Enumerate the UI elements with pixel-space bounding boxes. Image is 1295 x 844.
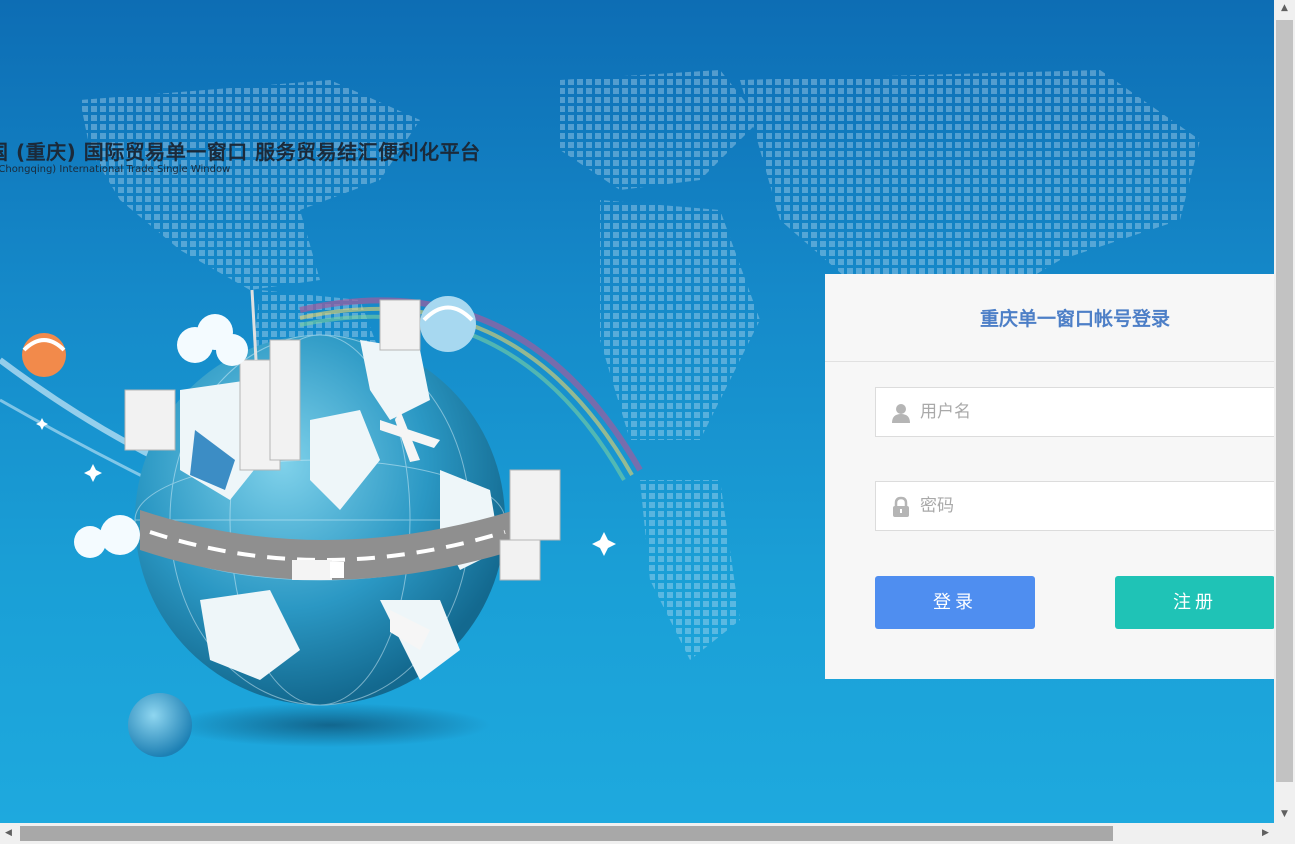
login-button[interactable]: 登录	[875, 576, 1035, 629]
scroll-up-icon[interactable]: ▲	[1274, 0, 1295, 17]
horizontal-scrollbar[interactable]: ◀ ▶	[0, 823, 1274, 844]
password-field[interactable]	[875, 481, 1274, 531]
vertical-scrollbar[interactable]: ▲ ▼	[1274, 0, 1295, 823]
username-input[interactable]	[920, 388, 1274, 436]
page-background: 国 (重庆) 国际贸易单一窗口 服务贸易结汇便利化平台 na(Chongqing…	[0, 0, 1274, 823]
login-title: 重庆单一窗口帐号登录	[825, 274, 1274, 362]
lock-icon	[893, 496, 909, 517]
scroll-down-icon[interactable]: ▼	[1274, 806, 1295, 823]
vertical-scroll-thumb[interactable]	[1276, 20, 1293, 782]
password-input[interactable]	[920, 482, 1274, 530]
user-icon	[892, 404, 910, 423]
scrollbar-corner	[1274, 823, 1295, 844]
register-button[interactable]: 注册	[1115, 576, 1274, 629]
scroll-right-icon[interactable]: ▶	[1257, 823, 1274, 844]
platform-title: 国 (重庆) 国际贸易单一窗口 服务贸易结汇便利化平台	[0, 140, 481, 164]
platform-subtitle: na(Chongqing) International Trade Single…	[0, 164, 231, 175]
username-field[interactable]	[875, 387, 1274, 437]
login-panel: 重庆单一窗口帐号登录 登录 注册	[825, 274, 1274, 679]
horizontal-scroll-thumb[interactable]	[20, 826, 1113, 841]
globe-illustration	[0, 289, 643, 757]
scroll-left-icon[interactable]: ◀	[0, 823, 17, 844]
